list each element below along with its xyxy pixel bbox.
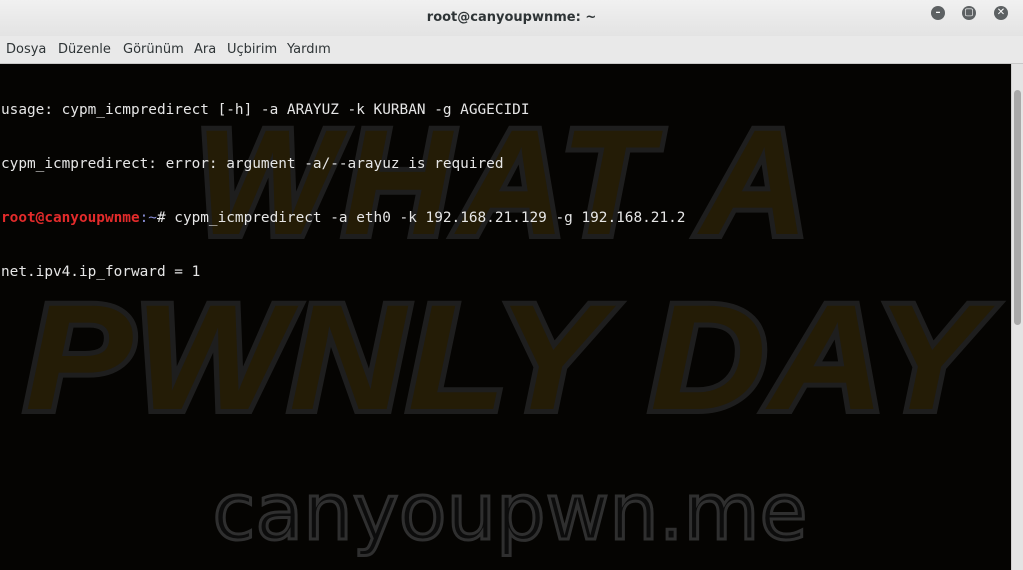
prompt-path: :~ [139,210,157,226]
vertical-scrollbar[interactable] [1011,64,1023,570]
prompt-line: root@canyoupwnme:~# cypm_icmpredirect -a… [1,209,685,227]
prompt-symbol: # [156,210,175,226]
scrollbar-thumb[interactable] [1014,90,1021,325]
menu-edit[interactable]: Düzenle [58,42,111,57]
wallpaper-site: canyoupwn.me [213,468,808,558]
minimize-icon[interactable]: – [931,6,945,20]
menu-search[interactable]: Ara [194,42,216,57]
menu-help[interactable]: Yardım [287,42,331,57]
title-bar[interactable]: root@canyoupwnme: ~ – ▢ ✕ [0,0,1023,37]
maximize-icon[interactable]: ▢ [962,6,976,20]
menu-view[interactable]: Görünüm [123,42,184,57]
terminal-line: net.ipv4.ip_forward = 1 [1,264,201,280]
command-text: cypm_icmpredirect -a eth0 -k 192.168.21.… [174,210,686,226]
window-title: root@canyoupwnme: ~ [426,10,597,25]
terminal-line: cypm_icmpredirect: error: argument -a/--… [1,156,504,172]
terminal-line: usage: cypm_icmpredirect [-h] -a ARAYUZ … [1,102,530,118]
prompt-user: root@canyoupwnme [1,210,140,226]
terminal-output: usage: cypm_icmpredirect [-h] -a ARAYUZ … [1,65,685,317]
terminal-view[interactable]: WHAT A PWNLY DAY canyoupwn.me usage: cyp… [0,64,1011,570]
close-icon[interactable]: ✕ [994,6,1008,20]
menu-terminal[interactable]: Uçbirim [227,42,277,57]
menu-file[interactable]: Dosya [6,42,46,57]
menu-bar: Dosya Düzenle Görünüm Ara Uçbirim Yardım [0,36,1023,64]
